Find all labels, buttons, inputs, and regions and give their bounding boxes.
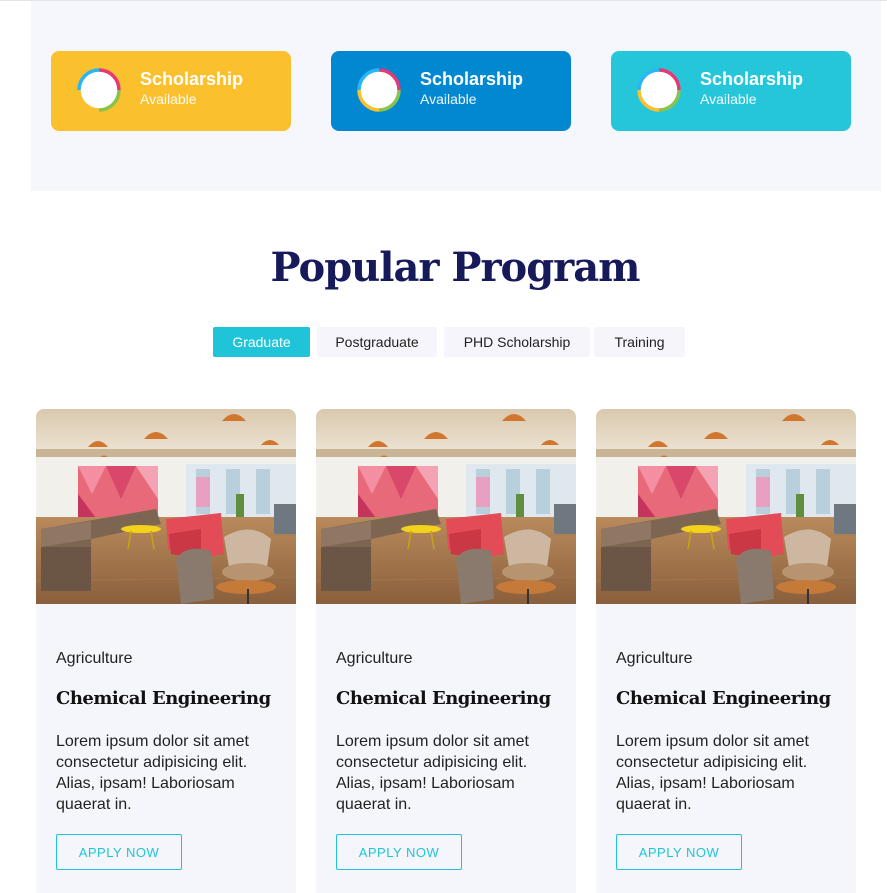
program-description: Lorem ipsum dolor sit amet consectetur a… <box>616 733 809 813</box>
apply-now-button[interactable]: APPLY NOW <box>616 834 742 870</box>
tab-phd-scholarship[interactable]: PHD Scholarship <box>444 327 590 357</box>
program-description: Lorem ipsum dolor sit amet consectetur a… <box>56 733 249 813</box>
scholarship-title: Scholarship <box>700 69 804 89</box>
program-card[interactable]: Agriculture Chemical Engineering Lorem i… <box>316 409 576 893</box>
scholarship-section: Scholarship Available Scholarship Availa… <box>31 1 881 191</box>
program-category: Agriculture <box>336 650 413 667</box>
tab-training[interactable]: Training <box>594 327 685 357</box>
progress-ring-icon <box>357 68 401 112</box>
scholarship-subtitle: Available <box>420 91 477 107</box>
scholarship-card-cyan[interactable]: Scholarship Available <box>611 51 851 131</box>
office-lounge-photo <box>36 409 296 604</box>
tab-postgraduate[interactable]: Postgraduate <box>317 327 437 357</box>
program-title: Chemical Engineering <box>336 688 551 709</box>
scholarship-card-yellow[interactable]: Scholarship Available <box>51 51 291 131</box>
apply-now-button[interactable]: APPLY NOW <box>336 834 462 870</box>
scholarship-subtitle: Available <box>140 91 197 107</box>
apply-now-button[interactable]: APPLY NOW <box>56 834 182 870</box>
program-card[interactable]: Agriculture Chemical Engineering Lorem i… <box>36 409 296 893</box>
program-category: Agriculture <box>56 650 133 667</box>
scholarship-title: Scholarship <box>420 69 524 89</box>
scholarship-subtitle: Available <box>700 91 757 107</box>
scholarship-card-blue[interactable]: Scholarship Available <box>331 51 571 131</box>
office-lounge-photo <box>596 409 856 604</box>
program-title: Chemical Engineering <box>56 688 271 709</box>
tab-graduate[interactable]: Graduate <box>213 327 310 357</box>
program-card[interactable]: Agriculture Chemical Engineering Lorem i… <box>596 409 856 893</box>
section-title: Popular Program <box>270 244 641 291</box>
program-description: Lorem ipsum dolor sit amet consectetur a… <box>336 733 529 813</box>
progress-ring-icon <box>637 68 681 112</box>
office-lounge-photo <box>316 409 576 604</box>
scholarship-title: Scholarship <box>140 69 244 89</box>
progress-ring-icon <box>77 68 121 112</box>
program-title: Chemical Engineering <box>616 688 831 709</box>
program-category: Agriculture <box>616 650 693 667</box>
